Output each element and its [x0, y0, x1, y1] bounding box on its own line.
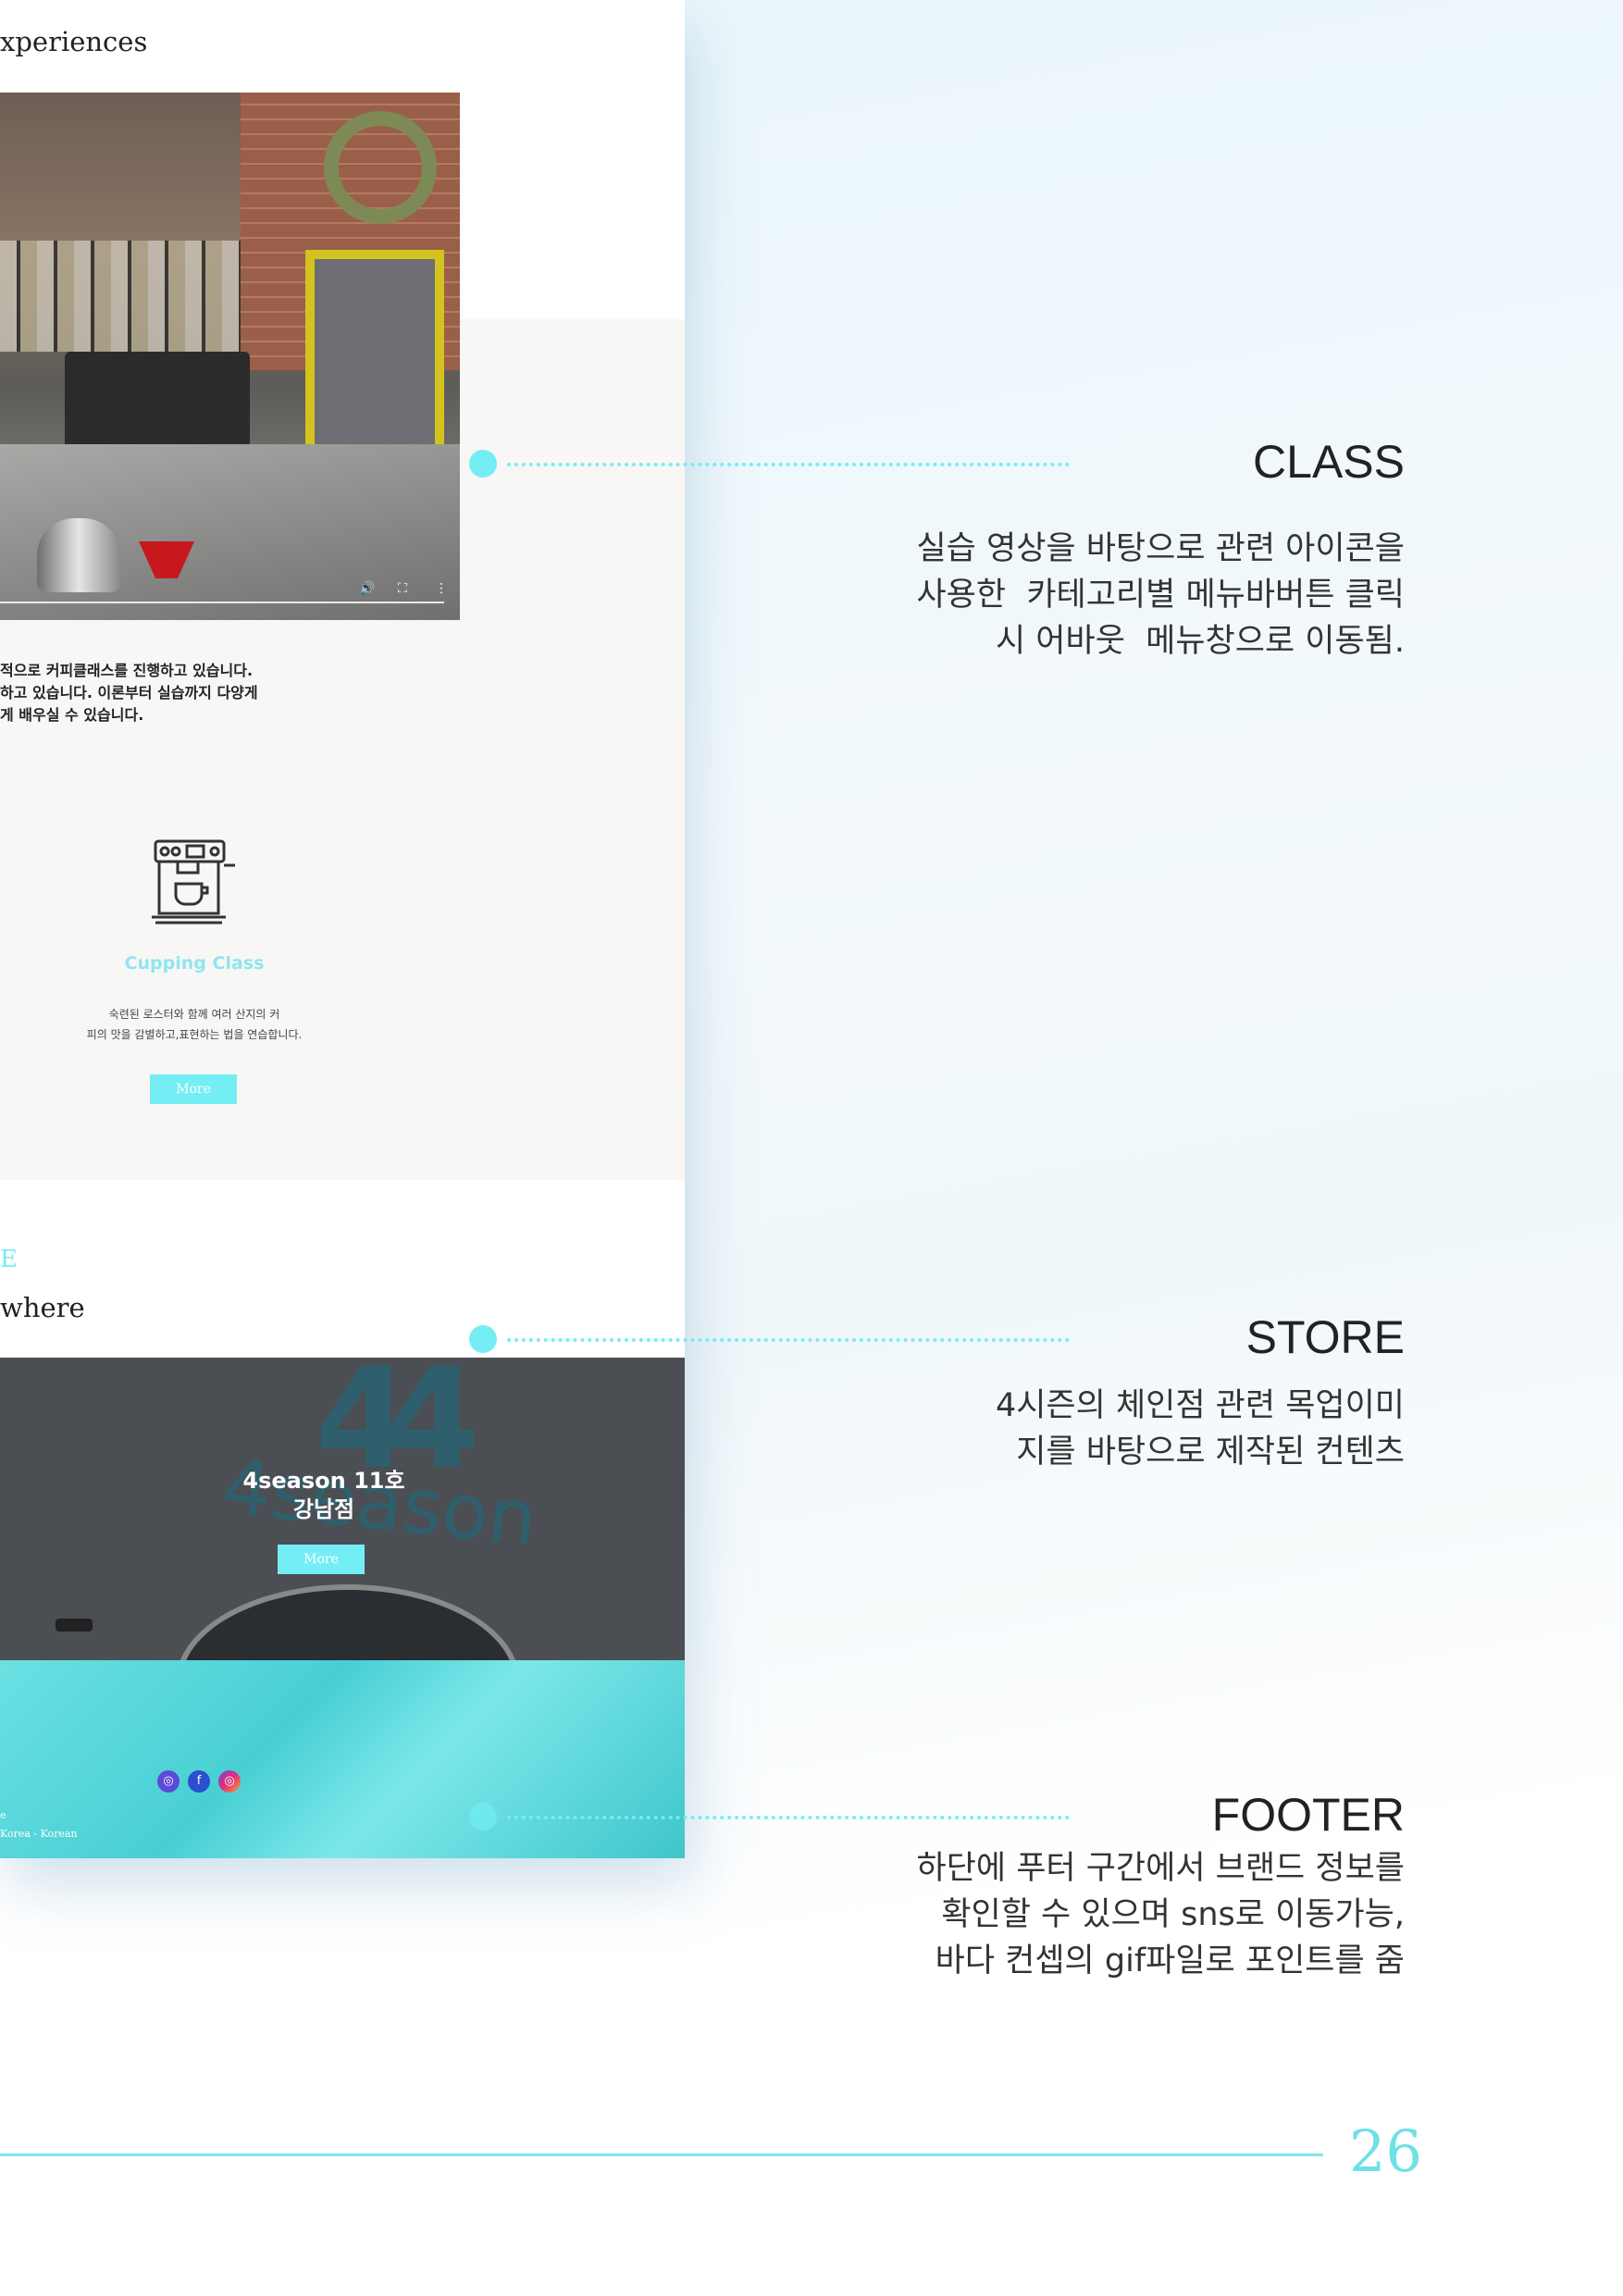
footer-annotation-body: 하단에 푸터 구간에서 브랜드 정보를 확인할 수 있으며 sns로 이동가능,… — [916, 1850, 1405, 1980]
footer-text-1: e — [0, 1809, 6, 1821]
wreath — [324, 111, 437, 224]
fullscreen-icon[interactable]: ⛶ — [398, 581, 407, 596]
store-heading: where — [0, 1292, 85, 1323]
store-annotation-body: 4시즌의 체인점 관련 목업이미 지를 바탕으로 제작된 컨텐츠 — [995, 1387, 1405, 1471]
class-annotation-body: 실습 영상을 바탕으로 관련 아이콘을 사용한 카테고리별 메뉴바버튼 클릭 시… — [916, 530, 1405, 660]
footer-connector-dot — [469, 1803, 497, 1831]
cupping-class-text: 숙련된 로스터와 함께 여러 산지의 커 피의 맛을 감별하고,표현하는 법을 … — [86, 1008, 303, 1041]
store-annotation-title: STORE — [1245, 1311, 1405, 1363]
class-description: 적으로 커피클래스를 진행하고 있습니다. 하고 있습니다. 이론부터 실습까지… — [0, 662, 258, 724]
more-options-icon[interactable]: ⋮ — [435, 581, 448, 596]
kettle — [37, 518, 120, 592]
footer-connector-line — [507, 1816, 1070, 1819]
class-video[interactable]: 🔊 ⛶ ⋮ — [0, 93, 460, 620]
footer-language[interactable]: Korea - Korean — [0, 1828, 78, 1840]
store-kicker: E — [0, 1246, 18, 1273]
volume-icon[interactable]: 🔊 — [359, 581, 375, 596]
class-annotation-title: CLASS — [1253, 436, 1405, 488]
footer — [0, 1660, 685, 1858]
shelf — [0, 241, 241, 352]
cupping-class-title: Cupping Class — [124, 953, 265, 974]
footer-annotation-title: FOOTER — [1211, 1789, 1405, 1841]
store-arch — [176, 1584, 520, 1660]
instagram-icon[interactable]: ◎ — [218, 1770, 241, 1793]
page-number: 26 — [1349, 2117, 1422, 2185]
class-connector-line — [507, 463, 1070, 466]
store-connector-line — [507, 1338, 1070, 1342]
wall-lamp — [56, 1619, 93, 1632]
cupping-more-button[interactable]: More — [150, 1074, 237, 1104]
class-connector-dot — [469, 450, 497, 478]
website-mockup: xperiences 🔊 ⛶ ⋮ 적으로 커피클래스를 진행하고 있습니다. 하… — [0, 0, 685, 1858]
facebook-icon[interactable]: f — [188, 1770, 210, 1793]
store-connector-dot — [469, 1325, 497, 1353]
espresso-machine-icon — [152, 839, 235, 925]
store-name: 4season 11호 강남점 — [242, 1468, 405, 1522]
store-more-button[interactable]: More — [278, 1545, 365, 1574]
experiences-heading: xperiences — [0, 26, 148, 57]
instagram-glyph-icon[interactable]: ◎ — [157, 1770, 180, 1793]
video-progress-bar[interactable] — [0, 602, 444, 603]
page-divider — [0, 2153, 1323, 2156]
